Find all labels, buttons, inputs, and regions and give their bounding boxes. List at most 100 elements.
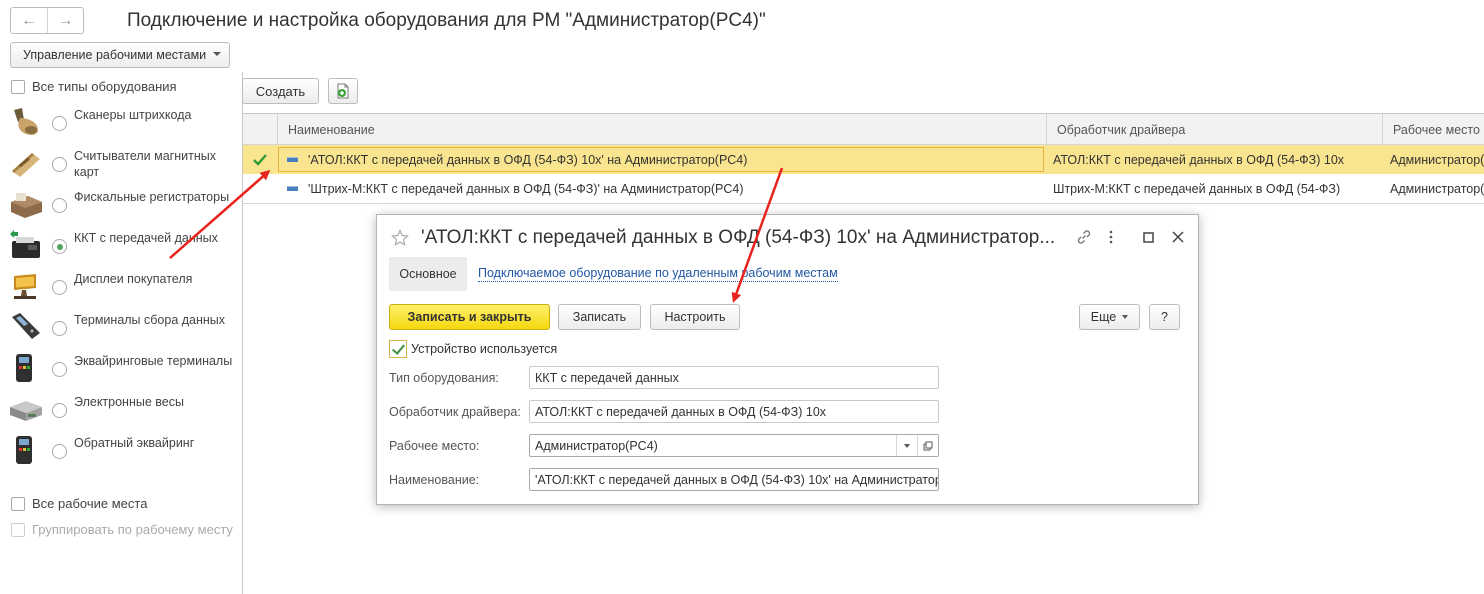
- equipment-type-label: Электронные весы: [74, 395, 184, 409]
- star-icon[interactable]: [391, 229, 409, 247]
- row-in-use-cell: [243, 174, 277, 203]
- table-bottom-border: [243, 203, 1484, 204]
- row-driver-cell: АТОЛ:ККТ с передачей данных в ОФД (54-ФЗ…: [1053, 152, 1345, 167]
- workplace-field[interactable]: Администратор(PC4): [529, 434, 939, 457]
- back-arrow-icon[interactable]: ←: [11, 8, 47, 33]
- row-name-cell: 'Штрих-М:ККТ с передачей данных в ОФД (5…: [287, 174, 1043, 203]
- dialog-title: 'АТОЛ:ККТ с передачей данных в ОФД (54-Ф…: [421, 227, 1056, 248]
- group-by-workplace-checkbox-row: Группировать по рабочему месту: [11, 522, 233, 537]
- equipment-type-item[interactable]: ККТ с передачей данных: [8, 227, 233, 265]
- equipment-type-label: Обратный эквайринг: [74, 436, 195, 450]
- equipment-type-label: Сканеры штрихкода: [74, 108, 192, 122]
- open-icon[interactable]: [917, 435, 938, 456]
- equipment-type-item[interactable]: Терминалы сбора данных: [8, 309, 233, 347]
- equipment-type-item[interactable]: Электронные весы: [8, 391, 233, 429]
- online-cash-register-icon: [10, 230, 40, 258]
- save-and-close-button[interactable]: Записать и закрыть: [389, 304, 550, 330]
- check-icon: [253, 153, 267, 166]
- workplace-management-label: Управление рабочими местами: [23, 48, 207, 62]
- row-name: 'АТОЛ:ККТ с передачей данных в ОФД (54-Ф…: [308, 152, 748, 167]
- forward-arrow-icon[interactable]: →: [47, 8, 83, 33]
- driver-field-label: Обработчик драйвера:: [389, 405, 521, 419]
- equipment-type-label: Считыватели магнитных карт: [74, 149, 216, 179]
- name-field-label: Наименование:: [389, 473, 480, 487]
- equipment-type-item[interactable]: Дисплеи покупателя: [8, 268, 233, 306]
- equipment-type-field-label: Тип оборудования:: [389, 371, 499, 385]
- equipment-type-radio[interactable]: [52, 198, 67, 213]
- header-workplace[interactable]: Рабочее место: [1382, 114, 1484, 145]
- all-types-checkbox[interactable]: [11, 79, 25, 94]
- copy-button[interactable]: [328, 78, 358, 104]
- driver-field: АТОЛ:ККТ с передачей данных в ОФД (54-ФЗ…: [529, 400, 939, 423]
- maximize-icon[interactable]: [1138, 227, 1158, 247]
- acquiring-terminal-icon: [16, 354, 32, 382]
- equipment-type-item[interactable]: Считыватели магнитных карт: [8, 145, 233, 183]
- table-row[interactable]: 'Штрих-М:ККТ с передачей данных в ОФД (5…: [243, 174, 1484, 203]
- close-icon[interactable]: [1168, 227, 1188, 247]
- link-icon[interactable]: [1074, 227, 1094, 247]
- equipment-type-item[interactable]: Сканеры штрихкода: [8, 104, 233, 142]
- configure-button[interactable]: Настроить: [650, 304, 740, 330]
- copy-icon: [337, 83, 349, 99]
- catalog-item-icon: [287, 157, 298, 162]
- equipment-type-radio[interactable]: [52, 157, 67, 172]
- device-used-label: Устройство используется: [411, 342, 558, 356]
- chevron-down-icon: [213, 52, 221, 56]
- row-in-use-cell: [243, 145, 277, 174]
- equipment-type-field: ККТ с передачей данных: [529, 366, 939, 389]
- row-name: 'Штрих-М:ККТ с передачей данных в ОФД (5…: [308, 181, 744, 196]
- header-name[interactable]: Наименование: [277, 114, 1046, 145]
- navigation-buttons: ← →: [10, 7, 84, 34]
- equipment-type-radio[interactable]: [52, 116, 67, 131]
- workplace-management-button[interactable]: Управление рабочими местами: [10, 42, 230, 68]
- equipment-type-radio[interactable]: [52, 362, 67, 377]
- device-used-row[interactable]: Устройство используется: [389, 340, 557, 358]
- equipment-type-radio[interactable]: [52, 321, 67, 336]
- equipment-type-radio[interactable]: [52, 403, 67, 418]
- header-status-column: [243, 114, 277, 145]
- equipment-type-item[interactable]: Обратный эквайринг: [8, 432, 233, 470]
- row-workplace-cell: Администратор(PC4): [1390, 152, 1484, 167]
- row-workplace-cell: Администратор(PC4): [1390, 181, 1484, 196]
- chevron-down-icon: [904, 443, 910, 448]
- create-button[interactable]: Создать: [242, 78, 319, 104]
- more-button[interactable]: Еще: [1079, 304, 1140, 330]
- equipment-type-radio[interactable]: [52, 444, 67, 459]
- header-driver[interactable]: Обработчик драйвера: [1046, 114, 1382, 145]
- group-by-workplace-label: Группировать по рабочему месту: [32, 522, 233, 537]
- all-workplaces-label: Все рабочие места: [32, 496, 148, 511]
- name-field[interactable]: 'АТОЛ:ККТ с передачей данных в ОФД (54-Ф…: [529, 468, 939, 491]
- reverse-acquiring-icon: [16, 436, 32, 464]
- all-types-checkbox-row[interactable]: Все типы оборудования: [11, 79, 177, 94]
- equipment-type-label: Фискальные регистраторы: [74, 190, 230, 204]
- equipment-type-radio-selected[interactable]: [52, 239, 67, 254]
- magnetic-card-reader-icon: [12, 153, 40, 177]
- device-used-checkbox[interactable]: [389, 340, 407, 358]
- tab-main[interactable]: Основное: [389, 257, 467, 291]
- data-terminal-icon: [12, 313, 40, 339]
- equipment-type-label: Эквайринговые терминалы: [74, 354, 233, 368]
- menu-dots-icon[interactable]: [1101, 227, 1121, 247]
- equipment-type-item[interactable]: Фискальные регистраторы: [8, 186, 233, 224]
- save-button[interactable]: Записать: [558, 304, 641, 330]
- equipment-type-item[interactable]: Эквайринговые терминалы: [8, 350, 233, 388]
- barcode-scanner-icon: [14, 108, 38, 135]
- dropdown-button[interactable]: [896, 435, 917, 456]
- all-workplaces-checkbox[interactable]: [11, 496, 25, 511]
- row-name-cell: 'АТОЛ:ККТ с передачей данных в ОФД (54-Ф…: [287, 145, 1043, 174]
- help-button[interactable]: ?: [1149, 304, 1180, 330]
- equipment-table: Наименование Обработчик драйвера Рабочее…: [243, 113, 1484, 205]
- tab-remote-workplaces-link[interactable]: Подключаемое оборудование по удаленным р…: [478, 266, 838, 282]
- chevron-down-icon: [1122, 315, 1129, 319]
- catalog-item-icon: [287, 186, 298, 191]
- all-types-label: Все типы оборудования: [32, 79, 177, 94]
- workplace-field-value: Администратор(PC4): [535, 438, 658, 453]
- more-button-label: Еще: [1090, 310, 1117, 324]
- equipment-type-radio[interactable]: [52, 280, 67, 295]
- table-row[interactable]: 'АТОЛ:ККТ с передачей данных в ОФД (54-Ф…: [243, 145, 1484, 174]
- all-workplaces-checkbox-row[interactable]: Все рабочие места: [11, 496, 147, 511]
- customer-display-icon: [14, 274, 36, 299]
- workplace-field-label: Рабочее место:: [389, 439, 480, 453]
- equipment-dialog: 'АТОЛ:ККТ с передачей данных в ОФД (54-Ф…: [376, 214, 1199, 505]
- row-driver-cell: Штрих-М:ККТ с передачей данных в ОФД (54…: [1053, 181, 1341, 196]
